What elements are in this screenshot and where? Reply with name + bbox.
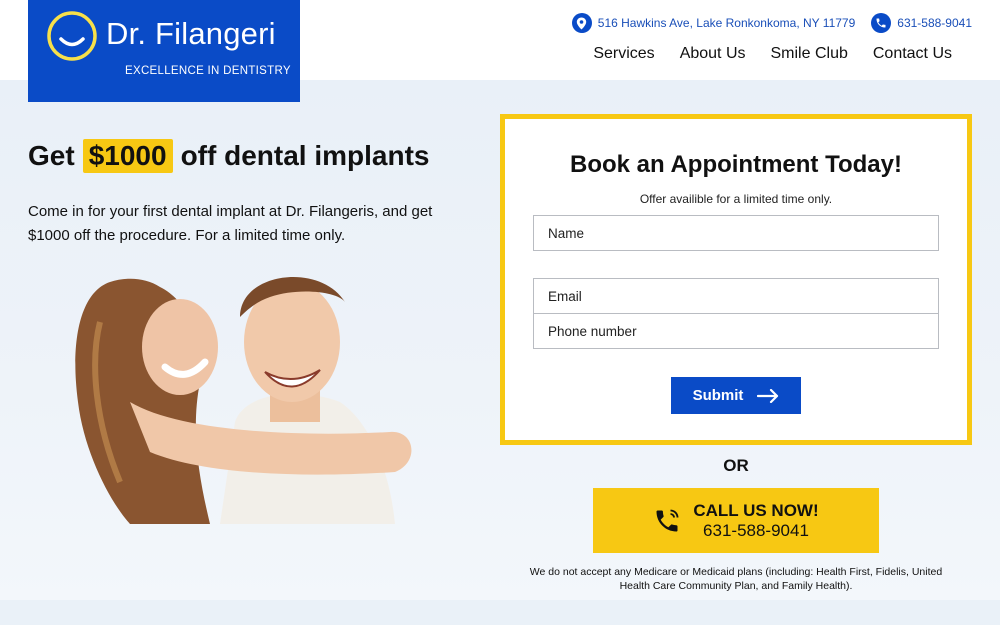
logo-title: Dr. Filangeri [106,16,276,51]
couple-photo [75,276,412,524]
nav-about-us[interactable]: About Us [680,45,746,63]
site-header: Dr. Filangeri EXCELLENCE IN DENTISTRY 51… [0,0,1000,102]
phone-input[interactable]: Phone number [533,313,939,349]
form-title: Book an Appointment Today! [570,151,902,178]
hero-subcopy: Come in for your first dental implant at… [28,203,433,244]
nav-services[interactable]: Services [593,45,654,63]
email-input[interactable]: Email [533,278,939,314]
call-text: CALL US NOW! 631-588-9041 [693,501,818,541]
address-link[interactable]: 516 Hawkins Ave, Lake Ronkonkoma, NY 117… [571,13,856,33]
headline-post: off dental implants [180,140,430,171]
phone-link[interactable]: 631-588-9041 [871,13,972,33]
headline-highlight: $1000 [82,139,173,173]
main-nav: Services About Us Smile Club Contact Us [593,45,952,63]
insurance-disclaimer: We do not accept any Medicare or Medicai… [529,566,943,592]
name-input[interactable]: Name [533,215,939,251]
contact-row: 516 Hawkins Ave, Lake Ronkonkoma, NY 117… [571,13,972,33]
submit-label: Submit [692,387,744,404]
call-now-button[interactable]: CALL US NOW! 631-588-9041 [593,488,879,553]
logo[interactable]: Dr. Filangeri EXCELLENCE IN DENTISTRY [28,0,300,102]
appointment-form: Book an Appointment Today! Offer availib… [500,114,972,445]
submit-button[interactable]: Submit [671,377,801,414]
address-text: 516 Hawkins Ave, Lake Ronkonkoma, NY 117… [597,16,856,30]
bottom-strip [0,600,1000,625]
or-divider: OR [723,456,749,475]
phone-text: 631-588-9041 [897,16,972,30]
hero-headline: Get $1000 off dental implants [28,139,429,173]
smile-logo-icon [47,11,97,61]
map-pin-icon [571,13,592,33]
nav-contact-us[interactable]: Contact Us [873,45,952,63]
call-label: CALL US NOW! [693,500,819,520]
headline-pre: Get [28,140,75,171]
call-number: 631-588-9041 [703,520,809,540]
logo-tagline: EXCELLENCE IN DENTISTRY [125,65,291,77]
phone-icon [871,13,892,33]
arrow-right-icon [757,388,779,403]
nav-smile-club[interactable]: Smile Club [771,45,848,63]
phone-icon [656,509,679,531]
form-subtitle: Offer availible for a limited time only. [639,192,833,206]
